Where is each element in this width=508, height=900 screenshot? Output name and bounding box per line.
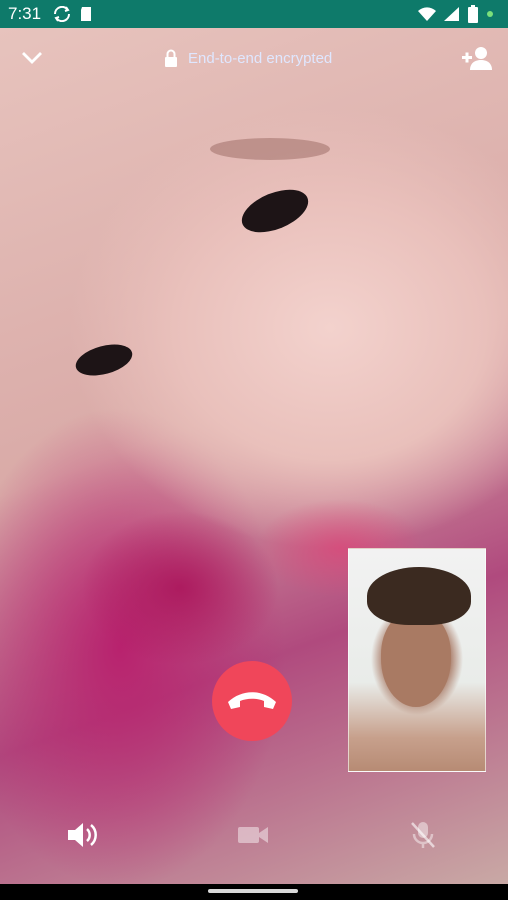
dot-icon	[487, 11, 493, 17]
phone-hangup-icon	[228, 692, 276, 709]
lock-icon	[165, 49, 177, 67]
call-controls	[0, 820, 508, 856]
encryption-notice: End-to-end encrypted	[164, 49, 332, 67]
microphone-off-icon[interactable]	[406, 820, 440, 850]
status-time: 7:31	[8, 4, 42, 23]
self-view-video[interactable]	[348, 548, 486, 772]
face-shape	[381, 611, 451, 707]
speaker-icon[interactable]	[66, 820, 100, 850]
end-call-button[interactable]	[212, 661, 292, 741]
eye-shape	[72, 338, 136, 382]
encryption-label: End-to-end encrypted	[188, 49, 333, 67]
battery-icon	[468, 5, 478, 23]
brow-shape	[210, 138, 330, 160]
wifi-icon	[418, 7, 436, 21]
chevron-down-icon[interactable]	[20, 46, 44, 70]
signal-icon	[444, 7, 459, 21]
home-gesture-pill[interactable]	[208, 889, 298, 893]
eye-shape	[235, 181, 315, 241]
sd-card-icon	[81, 7, 92, 21]
hair-shape	[367, 567, 471, 625]
add-person-icon[interactable]	[462, 44, 492, 72]
status-bar: 7:31	[0, 0, 508, 28]
video-camera-icon[interactable]	[236, 820, 270, 850]
sync-icon	[54, 6, 71, 22]
call-header: End-to-end encrypted	[0, 40, 508, 80]
navigation-bar	[0, 884, 508, 900]
status-icons	[418, 5, 494, 23]
video-call-screen: 7:31 End-to-end encrypted	[0, 0, 508, 900]
